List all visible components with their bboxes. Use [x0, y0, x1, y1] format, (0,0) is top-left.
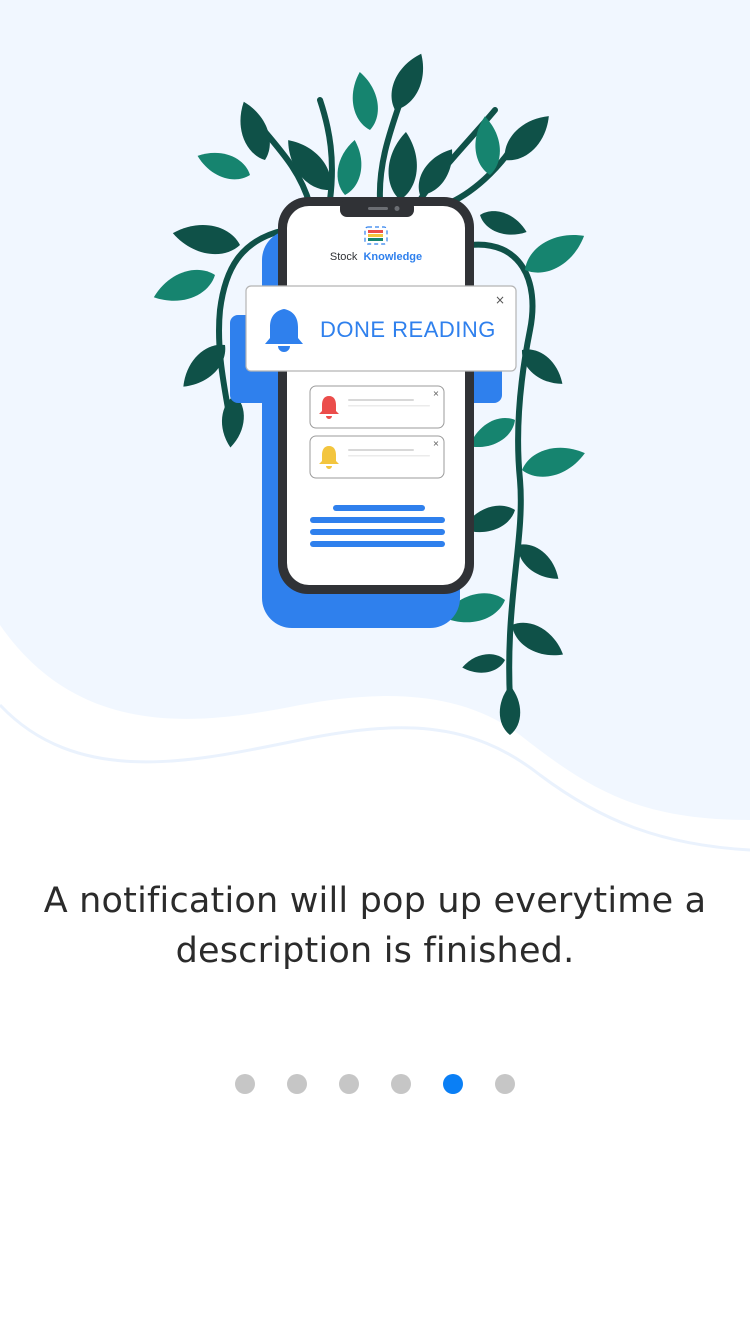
notification-card-yellow: × — [309, 435, 445, 479]
description-line-2: description is finished. — [175, 931, 575, 971]
brand-word-stock: Stock — [330, 251, 358, 263]
onboarding-screen: Stock Knowledge × × DONE READING × A not… — [0, 0, 750, 1334]
page-dot-6[interactable] — [495, 1074, 515, 1094]
brand-name: Stock Knowledge — [330, 251, 422, 263]
page-dot-1[interactable] — [235, 1074, 255, 1094]
close-icon: × — [433, 389, 440, 398]
brand-word-knowledge: Knowledge — [363, 251, 422, 263]
logo-icon — [364, 226, 388, 245]
page-dot-5[interactable] — [443, 1074, 463, 1094]
close-icon: × — [433, 439, 440, 448]
page-indicator — [0, 1074, 750, 1094]
page-dot-3[interactable] — [339, 1074, 359, 1094]
page-dot-2[interactable] — [287, 1074, 307, 1094]
page-dot-4[interactable] — [391, 1074, 411, 1094]
close-icon: × — [495, 293, 505, 307]
notification-card-red: × — [309, 385, 445, 429]
onboarding-description: A notification will pop up everytime a d… — [40, 876, 710, 976]
notification-title: DONE READING — [320, 317, 496, 342]
phone-notification-illustration: Stock Knowledge × × DONE READING × — [149, 48, 592, 735]
done-reading-notification: DONE READING × — [245, 285, 517, 372]
description-line-1: A notification will pop up everytime a — [43, 881, 707, 921]
